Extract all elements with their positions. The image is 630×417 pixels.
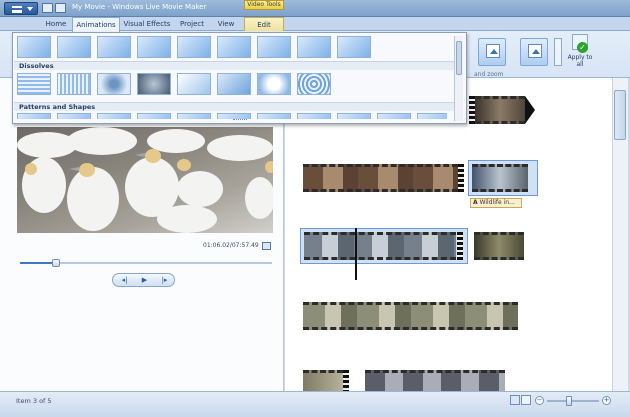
tab-animations[interactable]: Animations [72, 17, 120, 32]
transition-item[interactable] [177, 36, 211, 58]
dissolve-item[interactable] [257, 73, 291, 95]
tab-home[interactable]: Home [40, 17, 72, 31]
gallery-resize-grip[interactable] [233, 119, 247, 122]
undo-icon[interactable] [55, 3, 66, 13]
seek-progress [20, 262, 56, 264]
clip-thumbnail[interactable] [303, 302, 518, 330]
clip-thumbnail[interactable] [304, 232, 456, 260]
apply-to-all-button[interactable]: ✓ Apply to all [566, 34, 594, 72]
pan-up-icon [486, 44, 500, 58]
zoom-slider-handle[interactable] [566, 396, 572, 406]
playhead[interactable] [355, 228, 357, 280]
dissolve-item[interactable] [297, 73, 331, 95]
dissolve-item[interactable] [97, 73, 131, 95]
apply-to-all-label: Apply to all [567, 54, 593, 68]
zoom-in-button[interactable]: + [602, 396, 611, 405]
pattern-item[interactable] [137, 113, 171, 119]
pattern-item[interactable] [377, 113, 411, 119]
pan-up-icon [528, 44, 542, 58]
context-tab-header: Video Tools [244, 0, 284, 10]
pattern-item[interactable] [57, 113, 91, 119]
pan-zoom-effect-button[interactable] [520, 38, 548, 66]
caption-icon: A [473, 199, 478, 206]
clip-thumbnail[interactable] [475, 96, 525, 124]
checkmark-icon: ✓ [577, 42, 588, 53]
clip-thumbnail[interactable] [472, 164, 528, 192]
transition-item[interactable] [97, 36, 131, 58]
video-preview[interactable] [17, 127, 273, 233]
zoom-out-button[interactable]: − [535, 396, 544, 405]
storyboard-view-icon[interactable] [510, 395, 520, 405]
pattern-item[interactable] [17, 113, 51, 119]
clip-thumbnail[interactable] [303, 164, 458, 192]
thumbnail-size-icon[interactable] [521, 395, 531, 405]
seek-handle[interactable] [52, 259, 60, 267]
application-menu-button[interactable] [4, 2, 38, 15]
previous-frame-button[interactable]: ◂| [117, 276, 132, 285]
transition-item[interactable] [17, 36, 51, 58]
tab-project[interactable]: Project [174, 17, 210, 31]
dissolve-item[interactable] [57, 73, 91, 95]
caption-text: Wildlife in... [479, 199, 515, 206]
gallery-section-header-patterns-and-shapes: Patterns and Shapes [14, 102, 457, 111]
pattern-item[interactable] [177, 113, 211, 119]
tab-visual-effects[interactable]: Visual Effects [122, 17, 172, 31]
dissolve-item[interactable] [17, 73, 51, 95]
zoom-slider[interactable] [547, 400, 599, 402]
pattern-item[interactable] [337, 113, 371, 119]
gallery-scroll-button[interactable] [554, 38, 562, 66]
play-button[interactable]: ▶ [137, 276, 152, 285]
film-strip [458, 164, 464, 192]
tab-edit[interactable]: Edit [244, 17, 284, 31]
status-bar [0, 391, 630, 417]
tab-view[interactable]: View [210, 17, 242, 31]
transition-item[interactable] [257, 36, 291, 58]
film-strip [457, 232, 463, 260]
transitions-gallery: Dissolves Patterns and Shapes [12, 32, 467, 124]
gallery-section-header-dissolves: Dissolves [14, 61, 457, 70]
dissolve-item[interactable] [177, 73, 211, 95]
dissolve-item[interactable] [217, 73, 251, 95]
transition-item[interactable] [137, 36, 171, 58]
transition-item[interactable] [57, 36, 91, 58]
transition-item[interactable] [297, 36, 331, 58]
item-count-status: Item 3 of 5 [16, 397, 52, 405]
transition-item[interactable] [217, 36, 251, 58]
next-frame-button[interactable]: |▸ [157, 276, 172, 285]
dissolve-item[interactable] [137, 73, 171, 95]
pattern-item[interactable] [97, 113, 131, 119]
menu-icon [12, 6, 22, 13]
pattern-item[interactable] [297, 113, 331, 119]
save-icon[interactable] [42, 3, 53, 13]
fullscreen-icon[interactable] [262, 242, 271, 250]
pan-zoom-effect-button[interactable] [478, 38, 506, 66]
transition-marker [525, 96, 535, 124]
playback-controls: ◂| ▶ |▸ [112, 273, 175, 287]
timecode-display: 01:06.02/07:57.49 [203, 242, 259, 249]
transition-item[interactable] [337, 36, 371, 58]
gallery-scrollbar-thumb[interactable] [456, 41, 462, 75]
preview-pane [0, 78, 284, 391]
clip-thumbnail[interactable] [474, 232, 524, 260]
window-title: My Movie - Windows Live Movie Maker [72, 3, 207, 11]
caption-label[interactable]: A Wildlife in... [470, 198, 522, 208]
pattern-item[interactable] [257, 113, 291, 119]
chevron-down-icon [27, 7, 33, 11]
scrollbar-thumb[interactable] [614, 90, 626, 140]
pattern-item[interactable] [417, 113, 447, 119]
